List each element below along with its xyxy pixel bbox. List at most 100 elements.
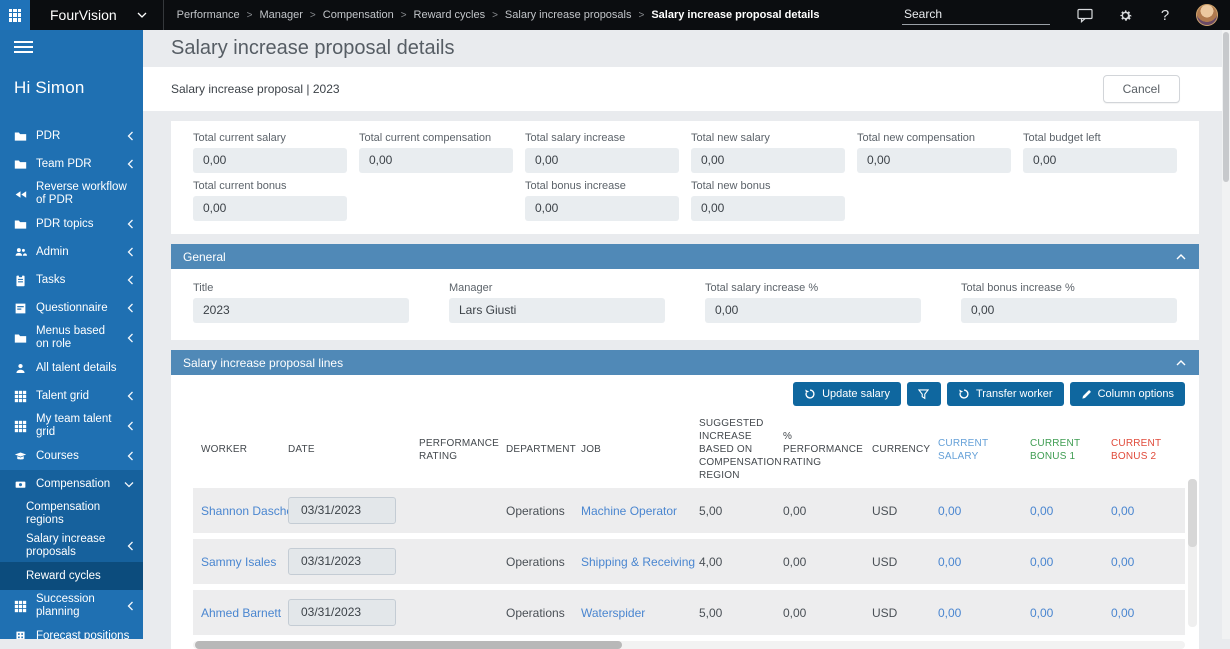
column-options-button[interactable]: Column options: [1070, 382, 1185, 406]
sidebar-item-forecast-positions[interactable]: Forecast positions: [0, 622, 143, 639]
feedback-icon[interactable]: [1076, 8, 1094, 23]
cancel-button[interactable]: Cancel: [1103, 75, 1180, 103]
horizontal-scrollbar-thumb[interactable]: [195, 641, 622, 649]
column-header-performance-rating[interactable]: PERFORMANCE RATING: [419, 437, 506, 463]
menu-toggle-button[interactable]: [0, 30, 143, 53]
current_bonus_1-link[interactable]: 0,00: [1030, 504, 1053, 518]
field-total-current-bonus-input[interactable]: 0,00: [193, 196, 347, 221]
current_bonus_1-link[interactable]: 0,00: [1030, 555, 1053, 569]
clipboard-icon: [14, 273, 28, 287]
column-header-current-bonus-2[interactable]: CURRENT BONUS 2: [1111, 437, 1185, 463]
field-total-current-salary-input[interactable]: 0,00: [193, 148, 347, 173]
lines-section-header[interactable]: Salary increase proposal lines: [171, 350, 1199, 375]
current_bonus_2-link[interactable]: 0,00: [1111, 606, 1134, 620]
sidebar-item-pdr[interactable]: PDR: [0, 122, 143, 150]
current_bonus_2-link[interactable]: 0,00: [1111, 504, 1134, 518]
column-header-job[interactable]: JOB: [581, 443, 699, 456]
field-total-budget-left-input[interactable]: 0,00: [1023, 148, 1177, 173]
field-manager-input[interactable]: Lars Giusti: [449, 298, 665, 323]
sidebar-item-reward-cycles[interactable]: Reward cycles: [0, 562, 143, 590]
current_salary-link[interactable]: 0,00: [938, 606, 961, 620]
column-header-date[interactable]: DATE: [288, 443, 419, 456]
table-row[interactable]: Sammy Isales03/31/2023OperationsShipping…: [193, 539, 1185, 584]
table-row[interactable]: Shannon Dascher03/31/2023OperationsMachi…: [193, 488, 1185, 533]
update-salary-button[interactable]: Update salary: [793, 382, 901, 406]
field-total-new-bonus-input[interactable]: 0,00: [691, 196, 845, 221]
field-total-salary-increase-input[interactable]: 0,00: [705, 298, 921, 323]
field-total-bonus-increase: Total bonus increase %0,00: [961, 282, 1177, 323]
sidebar-item-questionnaire[interactable]: Questionnaire: [0, 294, 143, 322]
chevron-left-icon: [127, 541, 134, 551]
breadcrumb-item-compensation[interactable]: Compensation: [323, 9, 394, 21]
column-header-current-salary[interactable]: CURRENT SALARY: [938, 437, 1030, 463]
sidebar-item-courses[interactable]: Courses: [0, 442, 143, 470]
sidebar-item-pdr-topics[interactable]: PDR topics: [0, 210, 143, 238]
column-header-current-bonus-1[interactable]: CURRENT BONUS 1: [1030, 437, 1111, 463]
date-input[interactable]: 03/31/2023: [288, 548, 396, 575]
job-link[interactable]: Waterspider: [581, 606, 645, 620]
transfer-worker-button[interactable]: Transfer worker: [947, 382, 1064, 406]
page-vertical-scrollbar[interactable]: [1222, 30, 1230, 639]
field-total-current-compensation-input[interactable]: 0,00: [359, 148, 513, 173]
filter-button[interactable]: [907, 382, 941, 406]
breadcrumb-item-reward-cycles[interactable]: Reward cycles: [414, 9, 486, 21]
cell-suggested: 4,00: [699, 555, 783, 569]
sidebar-item-succession-planning[interactable]: Succession planning: [0, 590, 143, 622]
date-input[interactable]: 03/31/2023: [288, 599, 396, 626]
worker-link[interactable]: Ahmed Barnett: [201, 606, 281, 620]
breadcrumb-item-performance[interactable]: Performance: [177, 9, 240, 21]
table-vertical-scrollbar-thumb[interactable]: [1188, 479, 1197, 547]
main-content: Salary increase proposal details Salary …: [143, 30, 1230, 639]
cell-currency: USD: [872, 504, 938, 518]
job-link[interactable]: Machine Operator: [581, 504, 677, 518]
sidebar-item-team-pdr[interactable]: Team PDR: [0, 150, 143, 178]
column-header-currency[interactable]: CURRENCY: [872, 443, 938, 456]
general-section-header[interactable]: General: [171, 244, 1199, 269]
column-header-department[interactable]: DEPARTMENT: [506, 443, 581, 456]
help-icon[interactable]: ?: [1156, 7, 1174, 24]
field-total-new-salary-input[interactable]: 0,00: [691, 148, 845, 173]
field-total-bonus-increase-input[interactable]: 0,00: [961, 298, 1177, 323]
sidebar-item-my-team-talent-grid[interactable]: My team talent grid: [0, 410, 143, 442]
worker-link[interactable]: Shannon Dascher: [201, 504, 288, 518]
field-total-current-bonus: Total current bonus0,00: [193, 180, 347, 221]
search-input[interactable]: [902, 5, 1050, 25]
horizontal-scrollbar[interactable]: [193, 641, 1185, 649]
sidebar-item-menus-based-on-role[interactable]: Menus based on role: [0, 322, 143, 354]
current_bonus_1-link[interactable]: 0,00: [1030, 606, 1053, 620]
job-link[interactable]: Shipping & Receiving: [581, 555, 695, 569]
sidebar-item-reverse-workflow-of-pdr[interactable]: Reverse workflow of PDR: [0, 178, 143, 210]
current_bonus_2-link[interactable]: 0,00: [1111, 555, 1134, 569]
sidebar-item-admin[interactable]: Admin: [0, 238, 143, 266]
field-total-bonus-increase-input[interactable]: 0,00: [525, 196, 679, 221]
sidebar-item-tasks[interactable]: Tasks: [0, 266, 143, 294]
folder-icon: [14, 331, 28, 345]
gear-icon[interactable]: [1116, 8, 1134, 23]
sidebar-item-salary-increase-proposals[interactable]: Salary increase proposals: [0, 530, 143, 562]
breadcrumb-item-salary-increase-proposals[interactable]: Salary increase proposals: [505, 9, 632, 21]
current_salary-link[interactable]: 0,00: [938, 504, 961, 518]
table-row[interactable]: Ahmed Barnett03/31/2023OperationsWatersp…: [193, 590, 1185, 635]
sidebar-item-talent-grid[interactable]: Talent grid: [0, 382, 143, 410]
column-header-pct-perf[interactable]: % PERFORMANCE RATING: [783, 430, 872, 469]
top-navigation-bar: FourVision Performance>Manager>Compensat…: [0, 0, 1230, 30]
breadcrumb-item-manager[interactable]: Manager: [260, 9, 303, 21]
field-label: Manager: [449, 282, 665, 294]
sidebar-item-compensation-regions[interactable]: Compensation regions: [0, 498, 143, 530]
sidebar-item-all-talent-details[interactable]: All talent details: [0, 354, 143, 382]
breadcrumb: Performance>Manager>Compensation>Reward …: [177, 9, 820, 21]
column-header-suggested[interactable]: SUGGESTED INCREASE BASED ON COMPENSATION…: [699, 417, 783, 482]
sidebar-item-compensation[interactable]: Compensation: [0, 470, 143, 498]
current_salary-link[interactable]: 0,00: [938, 555, 961, 569]
page-vertical-scrollbar-thumb[interactable]: [1223, 32, 1229, 182]
worker-link[interactable]: Sammy Isales: [201, 555, 276, 569]
app-launcher-button[interactable]: [0, 0, 30, 30]
avatar[interactable]: [1196, 4, 1218, 26]
column-header-worker[interactable]: WORKER: [193, 443, 288, 456]
app-name-menu[interactable]: FourVision: [50, 7, 147, 23]
field-total-salary-increase-input[interactable]: 0,00: [525, 148, 679, 173]
date-input[interactable]: 03/31/2023: [288, 497, 396, 524]
field-title-input[interactable]: 2023: [193, 298, 409, 323]
table-vertical-scrollbar[interactable]: [1188, 479, 1197, 627]
field-total-new-compensation-input[interactable]: 0,00: [857, 148, 1011, 173]
